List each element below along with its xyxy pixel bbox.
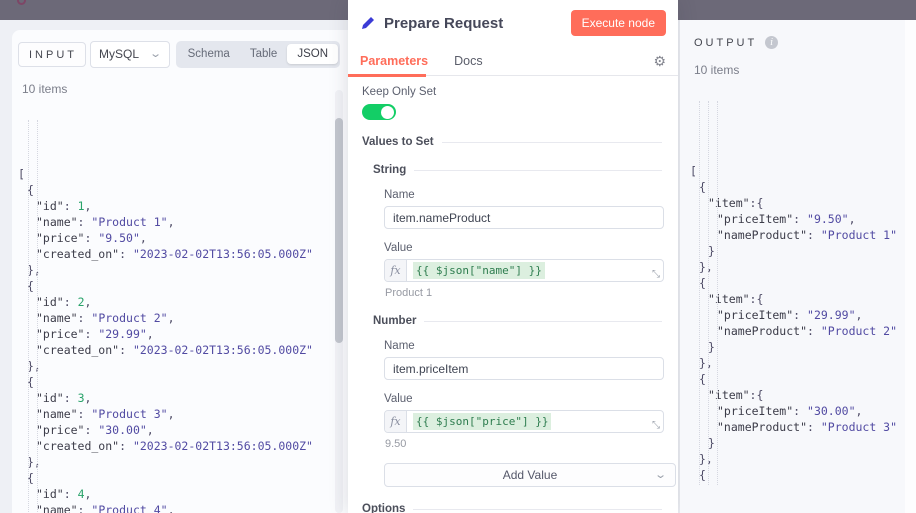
fx-icon: fx [385,411,407,432]
input-source-value: MySQL [99,47,140,61]
divider [424,320,662,322]
value-label: Value [384,242,413,254]
expand-icon[interactable]: ⤡ [652,269,660,280]
canvas-node-badge [17,0,26,5]
value-label: Value [384,393,413,405]
fx-icon: fx [385,260,407,281]
string-value-hint: Product 1 [385,287,433,299]
gear-icon[interactable]: ⚙ [653,54,666,68]
input-scrollbar-thumb[interactable] [335,118,343,343]
node-title[interactable]: Prepare Request [384,15,571,32]
input-panel: INPUT MySQL ⌄ Schema Table JSON 10 items… [12,30,348,513]
output-panel-title: OUTPUT [694,36,758,49]
input-source-select[interactable]: MySQL ⌄ [90,40,170,68]
tab-docs[interactable]: Docs [454,54,482,68]
output-panel-header: OUTPUT i [680,20,916,49]
tab-schema[interactable]: Schema [178,44,240,64]
node-settings-dialog: Prepare Request Execute node Parameters … [348,0,678,513]
indent-guide [717,101,718,485]
number-value-hint: 9.50 [385,438,407,450]
number-expression[interactable]: {{ $json["price"] }} [413,413,552,430]
name-label: Name [384,340,415,352]
output-scrollbar-track[interactable] [905,20,916,513]
indent-guide [28,120,29,513]
active-tab-underline [348,74,426,77]
indent-guide [708,101,709,485]
output-panel: OUTPUT i 10 items [{"item":{"priceItem":… [680,20,916,513]
tab-table[interactable]: Table [240,44,288,64]
divider [441,141,662,143]
input-json-view: [{"id": 1, "name": "Product 1", "price": "… [12,102,348,513]
output-items-count: 10 items [694,63,740,77]
info-icon[interactable]: i [765,36,779,49]
expand-icon[interactable]: ⤡ [652,420,660,431]
string-expression[interactable]: {{ $json["name"] }} [413,262,545,279]
parameters-body: Keep Only Set Values to Set String Name … [348,76,678,513]
string-group-fields: Name item.nameProduct Value fx {{ $json[… [384,189,664,299]
input-panel-header: INPUT MySQL ⌄ Schema Table JSON [12,30,348,68]
output-json-view: [{"item":{"priceItem": "9.50", "nameProdu… [680,83,916,485]
add-value-button[interactable]: Add Value ⌄ [384,463,676,487]
group-number-header: Number [373,315,662,327]
number-group-fields: Name item.priceItem Value fx {{ $json["p… [384,340,664,450]
values-to-set-header: Values to Set [362,136,662,148]
input-panel-title: INPUT [18,41,86,67]
name-label: Name [384,189,415,201]
toggle-knob [381,105,394,119]
string-value-input[interactable]: fx {{ $json["name"] }} ⤡ [384,259,664,282]
input-view-tabs: Schema Table JSON [175,40,340,68]
chevron-down-icon: ⌄ [653,468,667,481]
keep-only-set-label: Keep Only Set [362,86,437,98]
options-header: Options [362,503,662,513]
indent-guide [37,120,38,513]
chevron-down-icon: ⌄ [149,47,163,60]
dialog-tabs: Parameters Docs ⚙ [348,46,678,77]
indent-guide [699,101,700,485]
pencil-icon [362,17,374,29]
divider [414,169,662,171]
dialog-header: Prepare Request Execute node [348,0,678,36]
divider [413,508,662,510]
group-string-header: String [373,164,662,176]
input-items-count: 10 items [22,82,68,96]
string-name-input[interactable]: item.nameProduct [384,206,664,229]
tab-parameters[interactable]: Parameters [360,54,428,68]
number-name-input[interactable]: item.priceItem [384,357,664,380]
tab-json[interactable]: JSON [287,44,338,64]
keep-only-set-toggle[interactable] [362,104,396,120]
execute-node-button[interactable]: Execute node [570,10,666,36]
number-value-input[interactable]: fx {{ $json["price"] }} ⤡ [384,410,664,433]
